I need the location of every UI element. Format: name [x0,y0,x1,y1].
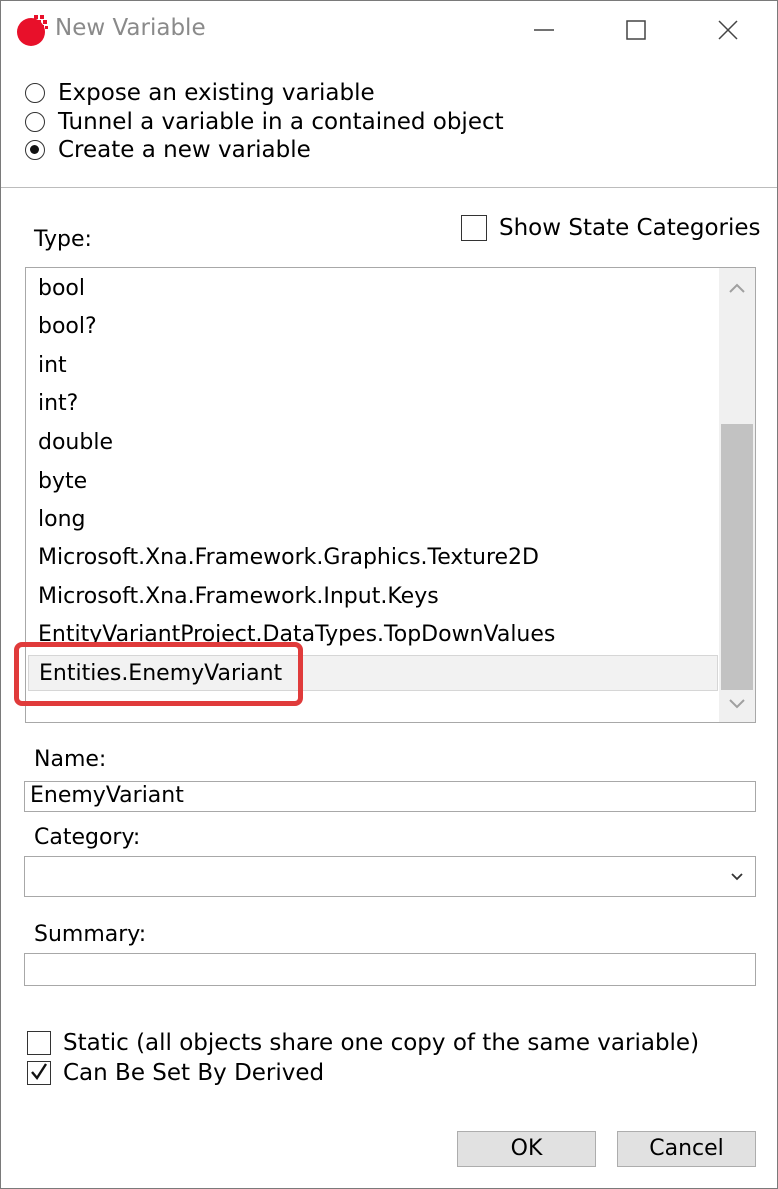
radio-label: Create a new variable [58,137,311,163]
radio-create-new[interactable]: Create a new variable [25,136,311,164]
can-be-set-by-derived-checkbox[interactable]: Can Be Set By Derived [27,1060,324,1086]
scroll-up-icon[interactable] [719,270,755,306]
radio-expose-existing[interactable]: Expose an existing variable [25,79,375,107]
vertical-scrollbar[interactable] [719,268,755,722]
variable-mode-panel: Expose an existing variable Tunnel a var… [1,59,777,188]
name-label: Name: [34,747,107,772]
show-state-categories-checkbox[interactable]: Show State Categories [461,215,761,241]
ok-button[interactable]: OK [457,1131,596,1167]
close-icon[interactable] [705,7,751,53]
checkbox-box[interactable] [461,215,487,241]
list-item[interactable]: int [28,348,718,384]
checkbox-box-checked[interactable] [27,1061,51,1085]
list-item[interactable]: double [28,425,718,461]
cancel-button[interactable]: Cancel [617,1131,756,1167]
radio-label: Expose an existing variable [58,80,375,106]
category-dropdown[interactable] [24,856,756,897]
category-label: Category: [34,825,141,850]
new-variable-dialog: New Variable Expose an existing variable… [0,0,778,1189]
app-icon [17,15,48,46]
radio-button[interactable] [25,83,45,103]
list-item[interactable]: byte [28,464,718,500]
radio-button-selected[interactable] [25,140,45,160]
static-checkbox[interactable]: Static (all objects share one copy of th… [27,1030,699,1056]
list-item[interactable]: Microsoft.Xna.Framework.Input.Keys [28,579,718,615]
checkmark-icon [31,1063,48,1081]
list-item[interactable]: bool? [28,309,718,345]
checkbox-label: Show State Categories [499,215,761,241]
list-item[interactable]: int? [28,386,718,422]
scrollbar-thumb[interactable] [721,424,753,690]
chevron-down-icon [731,873,743,881]
maximize-icon[interactable] [613,7,659,53]
checkbox-label: Can Be Set By Derived [63,1060,325,1086]
summary-input[interactable] [24,953,756,986]
radio-tunnel-variable[interactable]: Tunnel a variable in a contained object [25,108,504,136]
type-label: Type: [34,227,92,252]
summary-label: Summary: [34,922,147,947]
radio-label: Tunnel a variable in a contained object [58,109,504,135]
minimize-icon[interactable] [521,7,567,53]
list-item[interactable]: Microsoft.Xna.Framework.Graphics.Texture… [28,540,718,576]
scroll-down-icon[interactable] [719,686,755,722]
radio-button[interactable] [25,112,45,132]
window-title: New Variable [55,15,206,41]
name-input[interactable]: EnemyVariant [24,781,756,812]
title-bar: New Variable [1,1,777,59]
checkbox-box[interactable] [27,1031,51,1055]
annotation-highlight [14,642,303,706]
list-item[interactable]: long [28,502,718,538]
list-item[interactable]: bool [28,271,718,307]
checkbox-label: Static (all objects share one copy of th… [63,1030,700,1056]
